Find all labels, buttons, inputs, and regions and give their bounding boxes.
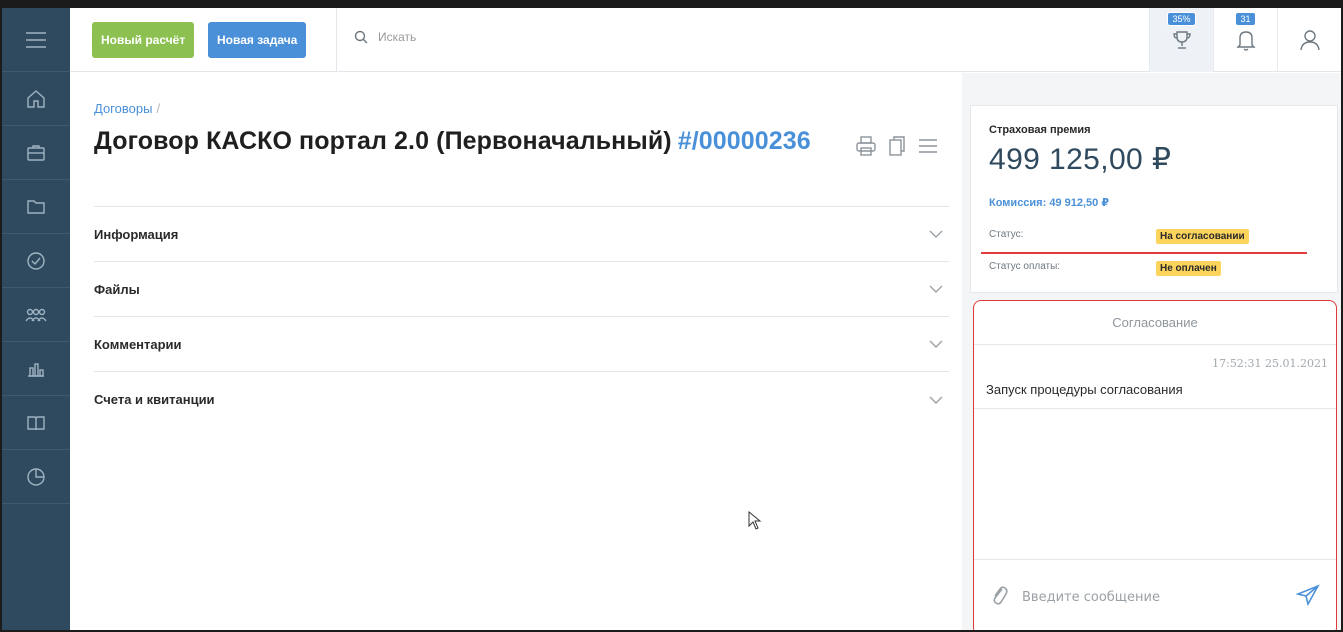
attach-button[interactable] xyxy=(990,584,1008,611)
trophy-icon xyxy=(1172,31,1191,49)
contract-main: Договоры / Договор КАСКО портал 2.0 (Перв… xyxy=(70,73,962,630)
achievement-badge: 35% xyxy=(1167,12,1196,26)
sidebar-item-analytics[interactable] xyxy=(2,450,70,504)
section-invoices[interactable]: Счета и квитанции xyxy=(94,372,949,427)
contract-sections: Информация Файлы Комментарии Счета и кви… xyxy=(94,206,949,427)
annotation-underline xyxy=(981,252,1307,254)
sidebar-item-home[interactable] xyxy=(2,72,70,126)
briefcase-icon xyxy=(27,144,45,161)
message-timestamp: 17:52:31 25.01.2021 xyxy=(1212,357,1328,370)
page-title: Договор КАСКО портал 2.0 (Первоначальный… xyxy=(94,127,811,156)
message-input[interactable] xyxy=(1022,590,1282,605)
copy-button[interactable] xyxy=(887,135,907,162)
status-row: Статус: На согласовании xyxy=(989,229,1329,244)
approval-message: 17:52:31 25.01.2021 Запуск процедуры сог… xyxy=(974,345,1336,409)
sidebar-item-clients[interactable] xyxy=(2,288,70,342)
sidebar-item-tasks[interactable] xyxy=(2,234,70,288)
breadcrumb-separator: / xyxy=(156,101,161,116)
pie-chart-icon xyxy=(27,467,45,486)
new-task-button[interactable]: Новая задача xyxy=(208,22,307,58)
message-text: Запуск процедуры согласования xyxy=(986,382,1183,397)
message-composer xyxy=(974,559,1336,630)
approval-title: Согласование xyxy=(974,301,1336,345)
section-label: Файлы xyxy=(94,281,140,297)
sidebar-item-reports[interactable] xyxy=(2,342,70,396)
home-icon xyxy=(27,89,45,108)
copy-icon xyxy=(889,136,905,156)
users-icon xyxy=(25,308,47,321)
mouse-cursor-icon xyxy=(748,511,762,530)
breadcrumb: Договоры / xyxy=(94,101,160,116)
commission-value: Комиссия: 49 912,50 ₽ xyxy=(989,197,1109,209)
section-information[interactable]: Информация xyxy=(94,207,949,262)
section-comments[interactable]: Комментарии xyxy=(94,317,949,372)
app-window: Новый расчёт Новая задача 35% 31 Договор… xyxy=(0,0,1343,632)
sidebar-item-folder[interactable] xyxy=(2,180,70,234)
payment-status-badge: Не оплачен xyxy=(1156,261,1221,276)
section-label: Информация xyxy=(94,226,179,242)
new-calculation-button[interactable]: Новый расчёт xyxy=(92,22,195,58)
chevron-down-icon xyxy=(929,340,943,348)
achievements-button[interactable]: 35% xyxy=(1149,8,1213,72)
send-icon xyxy=(1295,584,1320,607)
top-bar: Новый расчёт Новая задача 35% 31 xyxy=(70,8,1341,72)
paperclip-icon xyxy=(993,586,1008,605)
notification-badge: 31 xyxy=(1235,12,1256,26)
chevron-down-icon xyxy=(929,230,943,238)
section-label: Комментарии xyxy=(94,336,182,352)
list-menu-icon xyxy=(919,139,937,153)
print-button[interactable] xyxy=(855,135,877,162)
sidebar-item-handbook[interactable] xyxy=(2,396,70,450)
menu-toggle[interactable] xyxy=(2,8,70,72)
premium-label: Страховая премия xyxy=(989,124,1091,136)
status-badge: На согласовании xyxy=(1156,229,1249,244)
sidebar-nav xyxy=(2,72,70,504)
premium-value: 499 125,00 ₽ xyxy=(989,143,1172,176)
hamburger-icon xyxy=(26,31,46,48)
book-icon xyxy=(27,415,45,430)
user-icon xyxy=(1299,30,1320,51)
folder-icon xyxy=(27,199,45,214)
printer-icon xyxy=(856,136,876,156)
sidebar-item-briefcase[interactable] xyxy=(2,126,70,180)
notifications-button[interactable]: 31 xyxy=(1213,8,1277,72)
check-circle-icon xyxy=(27,251,45,270)
profile-button[interactable] xyxy=(1277,8,1341,72)
payment-status-row: Статус оплаты: Не оплачен xyxy=(989,261,1329,276)
search-icon xyxy=(354,30,368,44)
chevron-down-icon xyxy=(929,396,943,404)
status-label: Статус: xyxy=(989,229,1024,240)
title-tools xyxy=(855,135,939,162)
toolbar-divider xyxy=(336,8,337,72)
premium-card: Страховая премия 499 125,00 ₽ Комиссия: … xyxy=(970,105,1338,293)
top-right-icons: 35% 31 xyxy=(1149,8,1341,72)
payment-status-label: Статус оплаты: xyxy=(989,261,1061,272)
search-bar xyxy=(354,30,678,44)
breadcrumb-contracts[interactable]: Договоры xyxy=(94,101,152,116)
send-button[interactable] xyxy=(1295,584,1320,611)
approval-panel: Согласование 17:52:31 25.01.2021 Запуск … xyxy=(973,300,1337,630)
section-label: Счета и квитанции xyxy=(94,392,215,407)
sidebar xyxy=(2,8,70,630)
more-menu-button[interactable] xyxy=(917,135,939,162)
bar-chart-icon xyxy=(28,362,44,377)
section-files[interactable]: Файлы xyxy=(94,262,949,317)
contract-number[interactable]: #/00000236 xyxy=(678,127,811,155)
contract-title: Договор КАСКО портал 2.0 (Первоначальный… xyxy=(94,127,672,155)
search-input[interactable] xyxy=(378,30,678,44)
chevron-down-icon xyxy=(929,285,943,293)
bell-icon xyxy=(1235,31,1256,51)
